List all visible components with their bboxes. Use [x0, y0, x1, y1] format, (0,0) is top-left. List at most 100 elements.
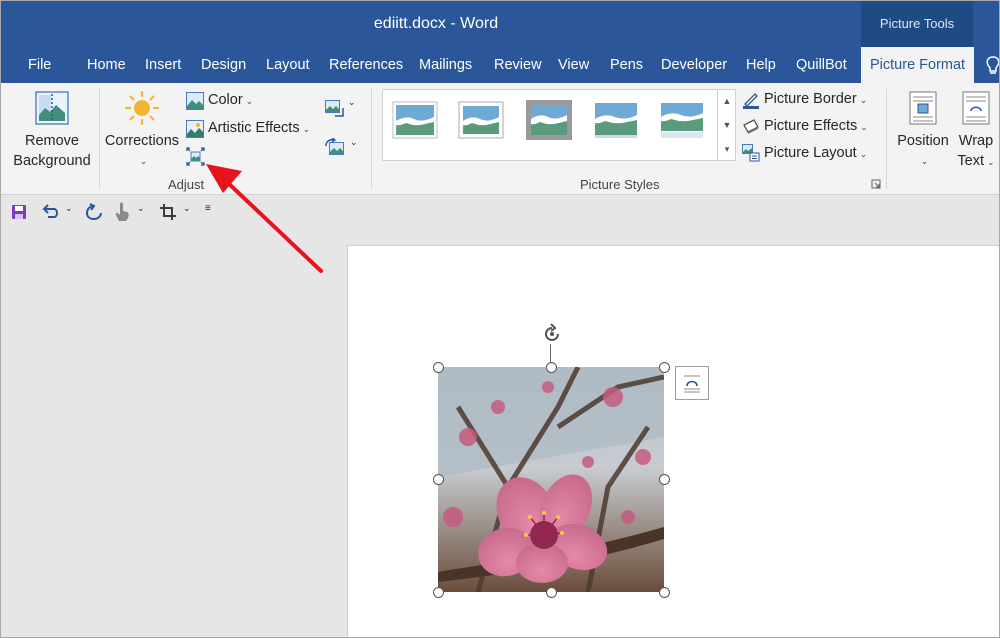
- save-icon[interactable]: [11, 204, 27, 220]
- tab-pens[interactable]: Pens: [610, 47, 643, 83]
- resize-handle-top-right[interactable]: [659, 362, 670, 373]
- picture-border-icon: [743, 93, 759, 109]
- tab-insert[interactable]: Insert: [145, 47, 181, 83]
- customize-toolbar-icon[interactable]: ≡: [205, 203, 211, 214]
- tab-developer[interactable]: Developer: [661, 47, 727, 83]
- rotate-handle-icon[interactable]: [541, 323, 563, 345]
- ribbon: Remove Background Corrections ⌄ Color⌄: [1, 83, 999, 195]
- redo-icon[interactable]: [85, 203, 103, 221]
- tab-mailings[interactable]: Mailings: [419, 47, 472, 83]
- picture-border-button[interactable]: Picture Border ⌄: [764, 91, 867, 107]
- artistic-effects-label: Artistic Effects: [208, 120, 300, 136]
- crop-icon[interactable]: [159, 203, 177, 221]
- chevron-down-icon: ⌄: [302, 124, 311, 134]
- ribbon-separator: [886, 89, 887, 189]
- artistic-effects-button[interactable]: Artistic Effects ⌄: [208, 120, 310, 136]
- picture-style-3[interactable]: [525, 99, 573, 141]
- wrap-text-icon[interactable]: [962, 91, 990, 125]
- chevron-down-icon[interactable]: ⌄: [183, 203, 191, 214]
- corrections-label: Corrections: [104, 133, 180, 149]
- position-icon[interactable]: [909, 91, 937, 125]
- chevron-down-icon: ⌄: [245, 96, 254, 106]
- chevron-down-icon: ⌄: [987, 157, 995, 167]
- remove-background-button[interactable]: Remove Background: [7, 131, 97, 171]
- gallery-down-icon[interactable]: ▼: [718, 113, 736, 137]
- tab-view[interactable]: View: [558, 47, 589, 83]
- resize-handle-bottom[interactable]: [546, 587, 557, 598]
- picture-effects-button[interactable]: Picture Effects ⌄: [764, 118, 868, 134]
- picture-styles-group-label: Picture Styles: [580, 177, 660, 192]
- reset-picture-icon[interactable]: [325, 138, 345, 156]
- chevron-down-icon: ⌄: [860, 122, 868, 132]
- gallery-more-icon[interactable]: ▾: [718, 137, 736, 161]
- chevron-down-icon: ⌄: [859, 95, 868, 105]
- chevron-down-icon[interactable]: ⌄: [348, 97, 356, 108]
- tab-file[interactable]: File: [28, 47, 51, 83]
- chevron-down-icon[interactable]: ⌄: [65, 203, 73, 214]
- remove-background-label-line1: Remove: [25, 133, 79, 149]
- picture-tools-context-label: Picture Tools: [861, 1, 973, 47]
- ribbon-separator: [99, 89, 100, 189]
- ribbon-separator: [371, 89, 372, 189]
- chevron-down-icon[interactable]: ⌄: [350, 137, 358, 148]
- color-label: Color: [208, 92, 243, 108]
- lightbulb-icon[interactable]: [985, 55, 1000, 77]
- picture-layout-icon: [742, 144, 760, 162]
- color-button[interactable]: Color ⌄: [208, 92, 253, 108]
- wrap-text-label-line2: Text: [957, 153, 985, 169]
- chevron-down-icon: ⌄: [859, 149, 868, 159]
- touch-mode-icon[interactable]: [114, 202, 130, 222]
- gallery-up-icon[interactable]: ▲: [718, 89, 736, 113]
- picture-style-2[interactable]: [458, 101, 504, 139]
- tab-picture-format[interactable]: Picture Format: [861, 47, 975, 83]
- color-icon: [186, 92, 204, 110]
- gallery-scrollbar: ▲ ▼ ▾: [717, 89, 736, 161]
- wrap-text-label-line1: Wrap: [958, 133, 994, 149]
- resize-handle-left[interactable]: [433, 474, 444, 485]
- dialog-launcher-icon[interactable]: [871, 179, 881, 189]
- layout-options-icon: [684, 375, 700, 393]
- remove-background-label-line2: Background: [13, 153, 91, 169]
- wrap-text-button[interactable]: Wrap Text ⌄: [949, 131, 999, 172]
- picture-style-5[interactable]: [659, 101, 705, 139]
- position-button[interactable]: Position ⌄: [893, 131, 953, 171]
- cherry-blossom-image: [438, 367, 664, 592]
- corrections-button[interactable]: Corrections ⌄: [101, 131, 183, 171]
- chevron-down-icon: ⌄: [139, 156, 148, 166]
- compress-pictures-icon[interactable]: [186, 147, 205, 166]
- selected-picture[interactable]: [438, 367, 664, 592]
- word-window: ediitt.docx - Word Picture Tools File Ho…: [0, 0, 1000, 638]
- tab-layout[interactable]: Layout: [266, 47, 310, 83]
- tab-help[interactable]: Help: [746, 47, 776, 83]
- undo-icon[interactable]: [41, 203, 59, 221]
- remove-background-icon[interactable]: [35, 91, 69, 125]
- tab-design[interactable]: Design: [201, 47, 246, 83]
- picture-border-label: Picture Border: [764, 91, 857, 107]
- resize-handle-bottom-left[interactable]: [433, 587, 444, 598]
- position-label: Position: [897, 133, 949, 149]
- layout-options-button[interactable]: [675, 366, 709, 400]
- tab-review[interactable]: Review: [494, 47, 542, 83]
- tab-home[interactable]: Home: [87, 47, 126, 83]
- resize-handle-right[interactable]: [659, 474, 670, 485]
- picture-style-4[interactable]: [593, 101, 639, 139]
- picture-style-1[interactable]: [392, 101, 438, 139]
- quick-access-toolbar: ⌄ ⌄ ⌄ ≡: [1, 195, 999, 229]
- picture-effects-label: Picture Effects: [764, 118, 858, 134]
- window-title: ediitt.docx - Word: [373, 15, 499, 32]
- ribbon-tabs: File Home Insert Design Layout Reference…: [1, 47, 1000, 83]
- adjust-group-label: Adjust: [168, 177, 205, 192]
- resize-handle-top[interactable]: [546, 362, 557, 373]
- picture-layout-button[interactable]: Picture Layout ⌄: [764, 145, 867, 161]
- resize-handle-top-left[interactable]: [433, 362, 444, 373]
- chevron-down-icon[interactable]: ⌄: [137, 203, 145, 214]
- sun-icon[interactable]: [125, 91, 159, 125]
- resize-handle-bottom-right[interactable]: [659, 587, 670, 598]
- tab-quillbot[interactable]: QuillBot: [796, 47, 847, 83]
- artistic-effects-icon: [186, 120, 204, 138]
- picture-layout-label: Picture Layout: [764, 145, 857, 161]
- change-picture-icon[interactable]: [325, 100, 345, 118]
- chevron-down-icon: ⌄: [920, 156, 929, 166]
- title-bar: ediitt.docx - Word Picture Tools: [1, 1, 999, 47]
- tab-references[interactable]: References: [329, 47, 403, 83]
